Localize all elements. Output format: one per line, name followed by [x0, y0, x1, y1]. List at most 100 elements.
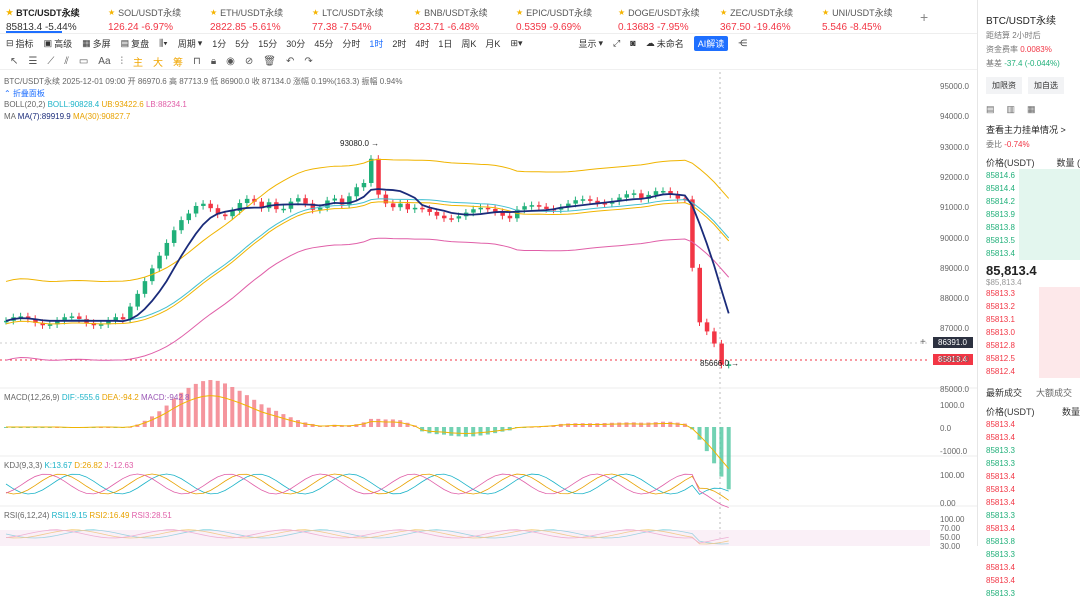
star-icon[interactable]: ★ — [618, 8, 625, 17]
period-tab[interactable]: 1日 — [438, 37, 452, 50]
ticker-name: ★LTC/USDT永续 — [312, 6, 408, 19]
period-tab[interactable]: 周K — [461, 37, 476, 50]
fullscreen-icon[interactable]: ⤢ — [613, 38, 620, 49]
chart-canvas[interactable] — [0, 72, 977, 546]
orderbook-panel: BTC/USDT永续 距结算 2小时后 资金费率 0.0083% 基差 -37.… — [977, 0, 1080, 546]
camera-icon[interactable]: ◙ — [630, 38, 635, 48]
fold-panel-toggle[interactable]: ⌃ 折叠面板 — [4, 88, 45, 99]
rectangle-icon[interactable]: ▭ — [79, 56, 88, 67]
ticker-tab[interactable]: ★UNI/USDT永续 5.546 -8.45% — [816, 0, 918, 33]
chip-tool[interactable]: 筹 — [173, 54, 183, 69]
add-alert-icon[interactable]: + — [920, 337, 926, 348]
star-icon[interactable]: ★ — [414, 8, 421, 17]
big-order-tool[interactable]: 大 — [153, 54, 163, 69]
period-tab[interactable]: 5分 — [235, 37, 249, 50]
macd-bar — [289, 417, 293, 427]
star-icon[interactable]: ★ — [210, 8, 217, 17]
redo-icon[interactable]: ↷ — [304, 56, 312, 67]
trade-price: 85813.4 — [986, 472, 1015, 481]
drawing-toolbar: ↖ ☰ ⟋ ⫽ ▭ Aa ⫶ 主 大 筹 ⊓ 🔒︎ ◉ ⊘ 🗑︎ ↶ ↷ — [0, 54, 977, 70]
ticker-tab[interactable]: ★ETH/USDT永续 2822.85 -5.61% — [204, 0, 306, 33]
book-bids-icon[interactable]: ▥ — [1007, 104, 1016, 115]
main-force-tool[interactable]: 主 — [133, 54, 143, 69]
orderbook-row[interactable]: 85812.5 — [978, 352, 1080, 365]
add-tab-button[interactable]: + — [920, 9, 928, 25]
period-tab[interactable]: 30分 — [286, 37, 305, 50]
period-tab[interactable]: 4时 — [415, 37, 429, 50]
multi-screen-button[interactable]: ▦多屏 — [82, 37, 111, 50]
hline-icon[interactable]: ☰ — [28, 56, 37, 67]
ticker-tab[interactable]: ★DOGE/USDT永续 0.13683 -7.95% — [612, 0, 714, 33]
text-tool-icon[interactable]: Aa — [98, 56, 110, 67]
trendline-icon[interactable]: ⟋ — [47, 56, 54, 67]
share-icon[interactable]: ⋲ — [738, 38, 747, 49]
star-icon[interactable]: ★ — [822, 8, 829, 17]
orderbook-row[interactable]: 85812.8 — [978, 339, 1080, 352]
orderbook-row[interactable]: 85813.5 — [978, 234, 1080, 247]
orderbook-row[interactable]: 85813.9 — [978, 208, 1080, 221]
period-tab[interactable]: 分时 — [342, 37, 360, 50]
orderbook-row[interactable]: 85813.2 — [978, 300, 1080, 313]
star-icon[interactable]: ★ — [516, 8, 523, 17]
y-axis-label: 94000.0 — [940, 112, 969, 121]
orderbook-row[interactable]: 85813.8 — [978, 221, 1080, 234]
tab-big-trades[interactable]: 大额成交 — [1036, 386, 1072, 399]
ticker-tab[interactable]: ★BNB/USDT永续 823.71 -6.48% — [408, 0, 510, 33]
chart-type-button[interactable]: ⫼▾ — [159, 38, 168, 49]
trash-icon[interactable]: 🗑︎ — [263, 56, 276, 67]
undo-icon[interactable]: ↶ — [286, 56, 294, 67]
orderbook-row[interactable]: 85814.6 — [978, 169, 1080, 182]
ticker-tab[interactable]: ★BTC/USDT永续 85813.4 -5.44% — [0, 0, 102, 33]
replay-button[interactable]: ▤复盘 — [121, 37, 150, 50]
period-tab[interactable]: 1时 — [369, 37, 383, 50]
ticker-tab[interactable]: ★SOL/USDT永续 126.24 -6.97% — [102, 0, 204, 33]
candle-body — [420, 208, 425, 210]
orderbook-row[interactable]: 85813.3 — [978, 287, 1080, 300]
candle-body — [588, 199, 593, 201]
orderbook-row[interactable]: 85813.0 — [978, 326, 1080, 339]
ticker-tab[interactable]: ★LTC/USDT永续 77.38 -7.54% — [306, 0, 408, 33]
ob-qty-header: 数量 ( — [1057, 156, 1080, 169]
orderbook-row[interactable]: 85813.1 — [978, 313, 1080, 326]
channel-icon[interactable]: ⫽ — [64, 56, 68, 67]
orderbook-row[interactable]: 85814.4 — [978, 182, 1080, 195]
indicator-button[interactable]: ⊟指标 — [6, 37, 34, 50]
star-icon[interactable]: ★ — [108, 8, 115, 17]
ruler-icon[interactable]: ⊘ — [245, 56, 253, 67]
orderbook-row[interactable]: 85812.4 — [978, 365, 1080, 378]
star-icon[interactable]: ★ — [6, 8, 13, 17]
star-icon[interactable]: ★ — [312, 8, 319, 17]
price-chart[interactable]: BTC/USDT永续 2025-12-01 09:00 开 86970.6 高 … — [0, 72, 977, 546]
display-button[interactable]: 显示▾ — [579, 37, 604, 50]
main-order-link[interactable]: 查看主力挂单情况 > — [978, 115, 1080, 136]
layout-icon[interactable]: ⊞▾ — [510, 38, 522, 49]
period-tab[interactable]: 15分 — [258, 37, 277, 50]
ai-interpret-button[interactable]: AI解读 — [694, 36, 729, 51]
tab-latest-trades[interactable]: 最新成交 — [986, 386, 1022, 399]
period-tab[interactable]: 1分 — [212, 37, 226, 50]
ticker-tab[interactable]: ★EPIC/USDT永续 0.5359 -9.69% — [510, 0, 612, 33]
period-tab[interactable]: 45分 — [314, 37, 333, 50]
magnet-icon[interactable]: ⊓ — [193, 56, 201, 67]
star-icon[interactable]: ★ — [720, 8, 727, 17]
period-tab[interactable]: 2时 — [392, 37, 406, 50]
cloud-layout-button[interactable]: ☁未命名 — [646, 37, 684, 50]
add-limit-button[interactable]: 加限资 — [986, 77, 1022, 94]
book-both-icon[interactable]: ▤ — [986, 104, 995, 115]
macd-bar — [201, 381, 205, 427]
period-dropdown[interactable]: 周期▾ — [178, 37, 203, 50]
advanced-button[interactable]: ▣高级 — [44, 37, 73, 50]
macd-label: MACD(12,26,9) — [4, 393, 60, 402]
add-favorite-button[interactable]: 加自选 — [1028, 77, 1064, 94]
cloud-icon: ☁ — [646, 38, 655, 49]
cursor-icon[interactable]: ↖ — [10, 56, 18, 67]
measure-icon[interactable]: ⫶ — [121, 56, 124, 67]
book-asks-icon[interactable]: ▦ — [1027, 104, 1036, 115]
ticker-tab[interactable]: ★ZEC/USDT永续 367.50 -19.46% — [714, 0, 816, 33]
orderbook-row[interactable]: 85814.2 — [978, 195, 1080, 208]
eye-icon[interactable]: ◉ — [226, 56, 235, 67]
trade-row: 85813.4 — [978, 574, 1080, 587]
lock-icon[interactable]: 🔒︎ — [211, 56, 216, 67]
period-tab[interactable]: 月K — [485, 37, 500, 50]
orderbook-row[interactable]: 85813.4 — [978, 247, 1080, 260]
